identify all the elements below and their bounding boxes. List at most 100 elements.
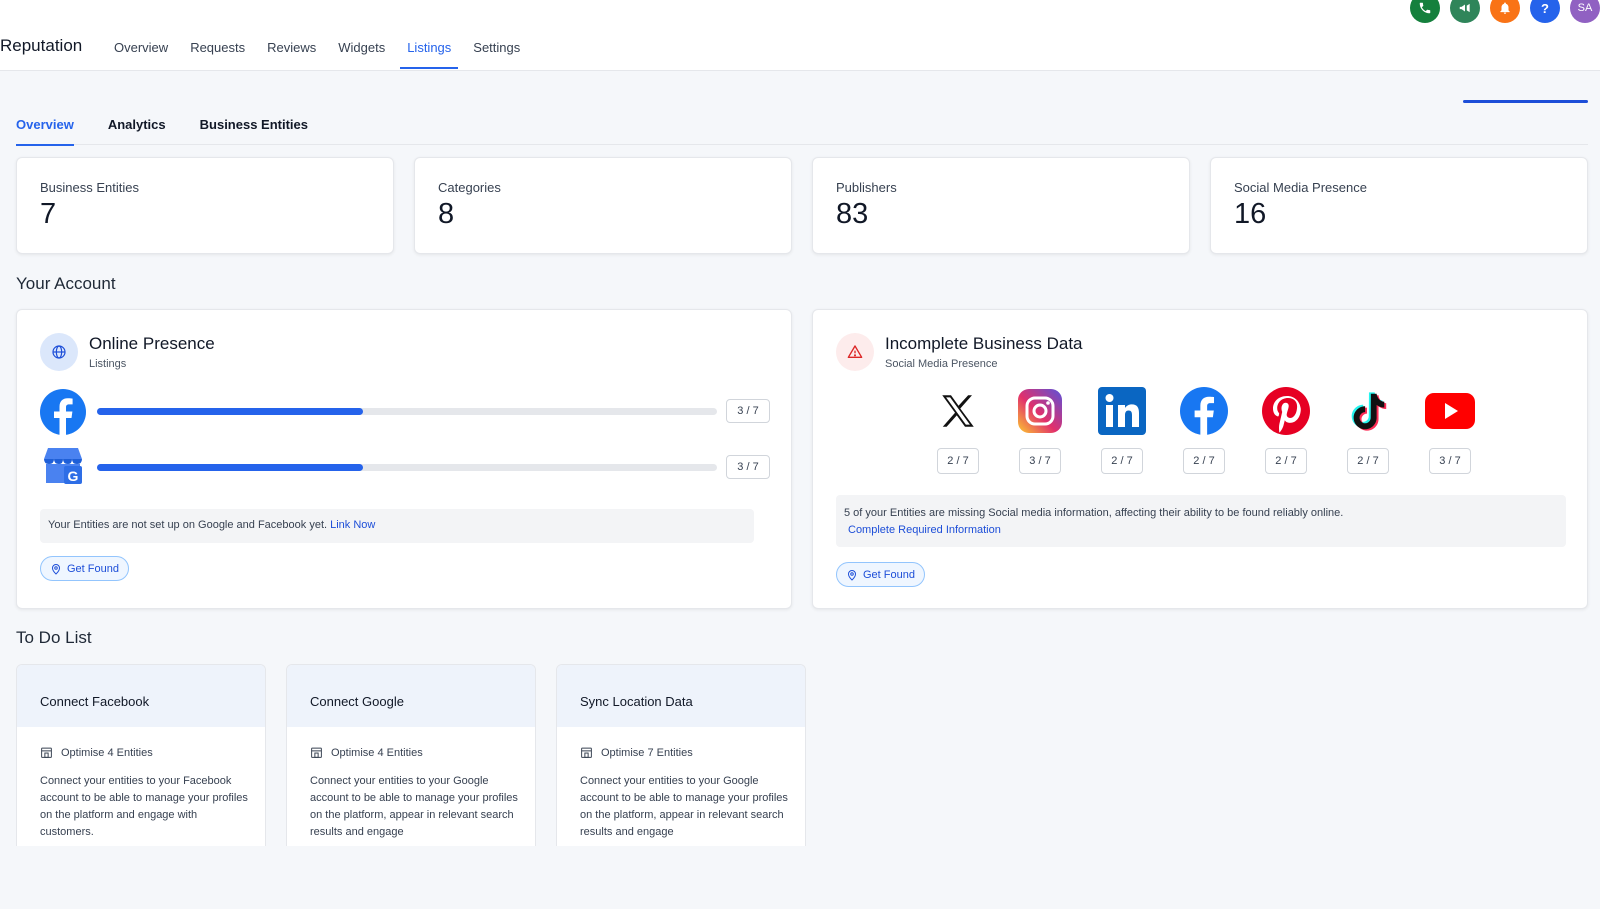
count-badge: 2 / 7 — [1347, 448, 1389, 474]
stat-card-business-entities: Business Entities 7 — [16, 157, 394, 254]
todo-card-sync-location-data[interactable]: Sync Location Data Optimise 7 Entities C… — [556, 664, 806, 846]
social-item-tiktok[interactable]: 2 / 7 — [1343, 386, 1393, 474]
google-business-logo: G — [40, 445, 86, 491]
tab-analytics[interactable]: Analytics — [108, 105, 166, 145]
subtabs: Overview Analytics Business Entities — [16, 105, 1588, 146]
progress-track — [97, 464, 717, 471]
pinterest-logo — [1261, 386, 1311, 436]
count-badge: 3 / 7 — [726, 399, 770, 423]
stat-value: 7 — [40, 198, 57, 230]
count-badge: 2 / 7 — [937, 448, 979, 474]
online-presence-notice: Your Entities are not set up on Google a… — [40, 509, 754, 543]
stat-label: Categories — [438, 180, 501, 195]
main-nav: Overview Requests Reviews Widgets Listin… — [103, 0, 531, 71]
social-item-linkedin[interactable]: 2 / 7 — [1097, 386, 1147, 474]
stat-card-categories: Categories 8 — [414, 157, 792, 254]
location-pin-icon — [847, 569, 857, 581]
incomplete-data-subtitle: Social Media Presence — [885, 358, 998, 370]
todo-card-description: Connect your entities to your Google acc… — [580, 775, 788, 838]
incomplete-data-panel: Incomplete Business Data Social Media Pr… — [812, 309, 1588, 609]
facebook-logo — [40, 389, 86, 435]
youtube-logo — [1425, 386, 1475, 436]
facebook-logo — [1179, 386, 1229, 436]
progress-track — [97, 408, 717, 415]
progress-fill — [97, 408, 363, 415]
stat-value: 16 — [1234, 198, 1267, 230]
notice-text: Your Entities are not set up on Google a… — [48, 519, 328, 531]
phone-icon[interactable] — [1410, 0, 1440, 23]
get-found-button[interactable]: Get Found — [836, 562, 925, 587]
todo-card-meta: Optimise 7 Entities — [580, 746, 693, 759]
social-grid: 2 / 7 3 / 7 2 / 7 2 / 7 2 / 7 2 / 7 3 / … — [933, 386, 1475, 474]
stat-card-publishers: Publishers 83 — [812, 157, 1190, 254]
get-found-label: Get Found — [67, 562, 119, 575]
app-title: Reputation — [0, 36, 83, 55]
incomplete-data-title: Incomplete Business Data — [885, 334, 1083, 353]
store-icon — [41, 747, 52, 758]
help-icon[interactable]: ? — [1530, 0, 1560, 23]
linkedin-logo — [1097, 386, 1147, 436]
todo-card-meta: Optimise 4 Entities — [310, 746, 423, 759]
complete-info-link[interactable]: Complete Required Information — [844, 522, 1558, 539]
instagram-logo — [1015, 386, 1065, 436]
todo-card-meta-label: Optimise 4 Entities — [331, 746, 423, 759]
todo-card-title: Connect Facebook — [17, 665, 265, 727]
header-accent-line — [1463, 100, 1588, 103]
your-account-title: Your Account — [16, 274, 116, 293]
store-icon — [311, 747, 322, 758]
stat-card-social-media-presence: Social Media Presence 16 — [1210, 157, 1588, 254]
avatar[interactable]: SA — [1570, 0, 1600, 23]
stat-label: Social Media Presence — [1234, 180, 1367, 195]
nav-overview[interactable]: Overview — [103, 0, 179, 71]
count-badge: 2 / 7 — [1183, 448, 1225, 474]
count-badge: 3 / 7 — [726, 455, 770, 479]
online-presence-subtitle: Listings — [89, 358, 127, 370]
stat-value: 8 — [438, 198, 455, 230]
todo-card-title: Connect Google — [287, 665, 535, 727]
warning-icon — [836, 333, 874, 371]
incomplete-data-notice: 5 of your Entities are missing Social me… — [836, 495, 1566, 547]
progress-fill — [97, 464, 363, 471]
count-badge: 3 / 7 — [1019, 448, 1061, 474]
count-badge: 3 / 7 — [1429, 448, 1471, 474]
megaphone-icon[interactable] — [1450, 0, 1480, 23]
todo-card-connect-facebook[interactable]: Connect Facebook Optimise 4 Entities Con… — [16, 664, 266, 846]
tiktok-logo — [1343, 386, 1393, 436]
online-presence-title: Online Presence — [89, 334, 215, 353]
count-badge: 2 / 7 — [1101, 448, 1143, 474]
nav-reviews[interactable]: Reviews — [256, 0, 327, 71]
top-icons: ? SA — [1410, 0, 1600, 23]
count-badge: 2 / 7 — [1265, 448, 1307, 474]
get-found-button[interactable]: Get Found — [40, 556, 129, 581]
social-item-youtube[interactable]: 3 / 7 — [1425, 386, 1475, 474]
tab-business-entities[interactable]: Business Entities — [200, 105, 308, 145]
stat-value: 83 — [836, 198, 869, 230]
social-item-facebook[interactable]: 2 / 7 — [1179, 386, 1229, 474]
stat-label: Publishers — [836, 180, 897, 195]
link-now-link[interactable]: Link Now — [330, 519, 375, 531]
globe-icon — [40, 333, 78, 371]
social-item-pinterest[interactable]: 2 / 7 — [1261, 386, 1311, 474]
todo-card-description: Connect your entities to your Facebook a… — [40, 775, 248, 838]
nav-requests[interactable]: Requests — [179, 0, 256, 71]
social-item-x[interactable]: 2 / 7 — [933, 386, 983, 474]
top-bar: Reputation Overview Requests Reviews Wid… — [0, 0, 1600, 71]
notice-text: 5 of your Entities are missing Social me… — [844, 507, 1344, 519]
x-logo — [933, 386, 983, 436]
tab-overview[interactable]: Overview — [16, 105, 74, 146]
nav-widgets[interactable]: Widgets — [327, 0, 396, 71]
todo-list-title: To Do List — [16, 628, 92, 647]
nav-settings[interactable]: Settings — [462, 0, 531, 71]
social-item-instagram[interactable]: 3 / 7 — [1015, 386, 1065, 474]
todo-card-meta-label: Optimise 7 Entities — [601, 746, 693, 759]
todo-card-connect-google[interactable]: Connect Google Optimise 4 Entities Conne… — [286, 664, 536, 846]
svg-text:G: G — [68, 468, 79, 484]
stat-label: Business Entities — [40, 180, 139, 195]
listing-row-facebook: 3 / 7 — [40, 389, 770, 435]
online-presence-panel: Online Presence Listings 3 / 7 G 3 / 7 Y… — [16, 309, 792, 609]
todo-card-meta-label: Optimise 4 Entities — [61, 746, 153, 759]
store-icon — [581, 747, 592, 758]
nav-listings[interactable]: Listings — [396, 0, 462, 71]
todo-card-meta: Optimise 4 Entities — [40, 746, 153, 759]
bell-icon[interactable] — [1490, 0, 1520, 23]
